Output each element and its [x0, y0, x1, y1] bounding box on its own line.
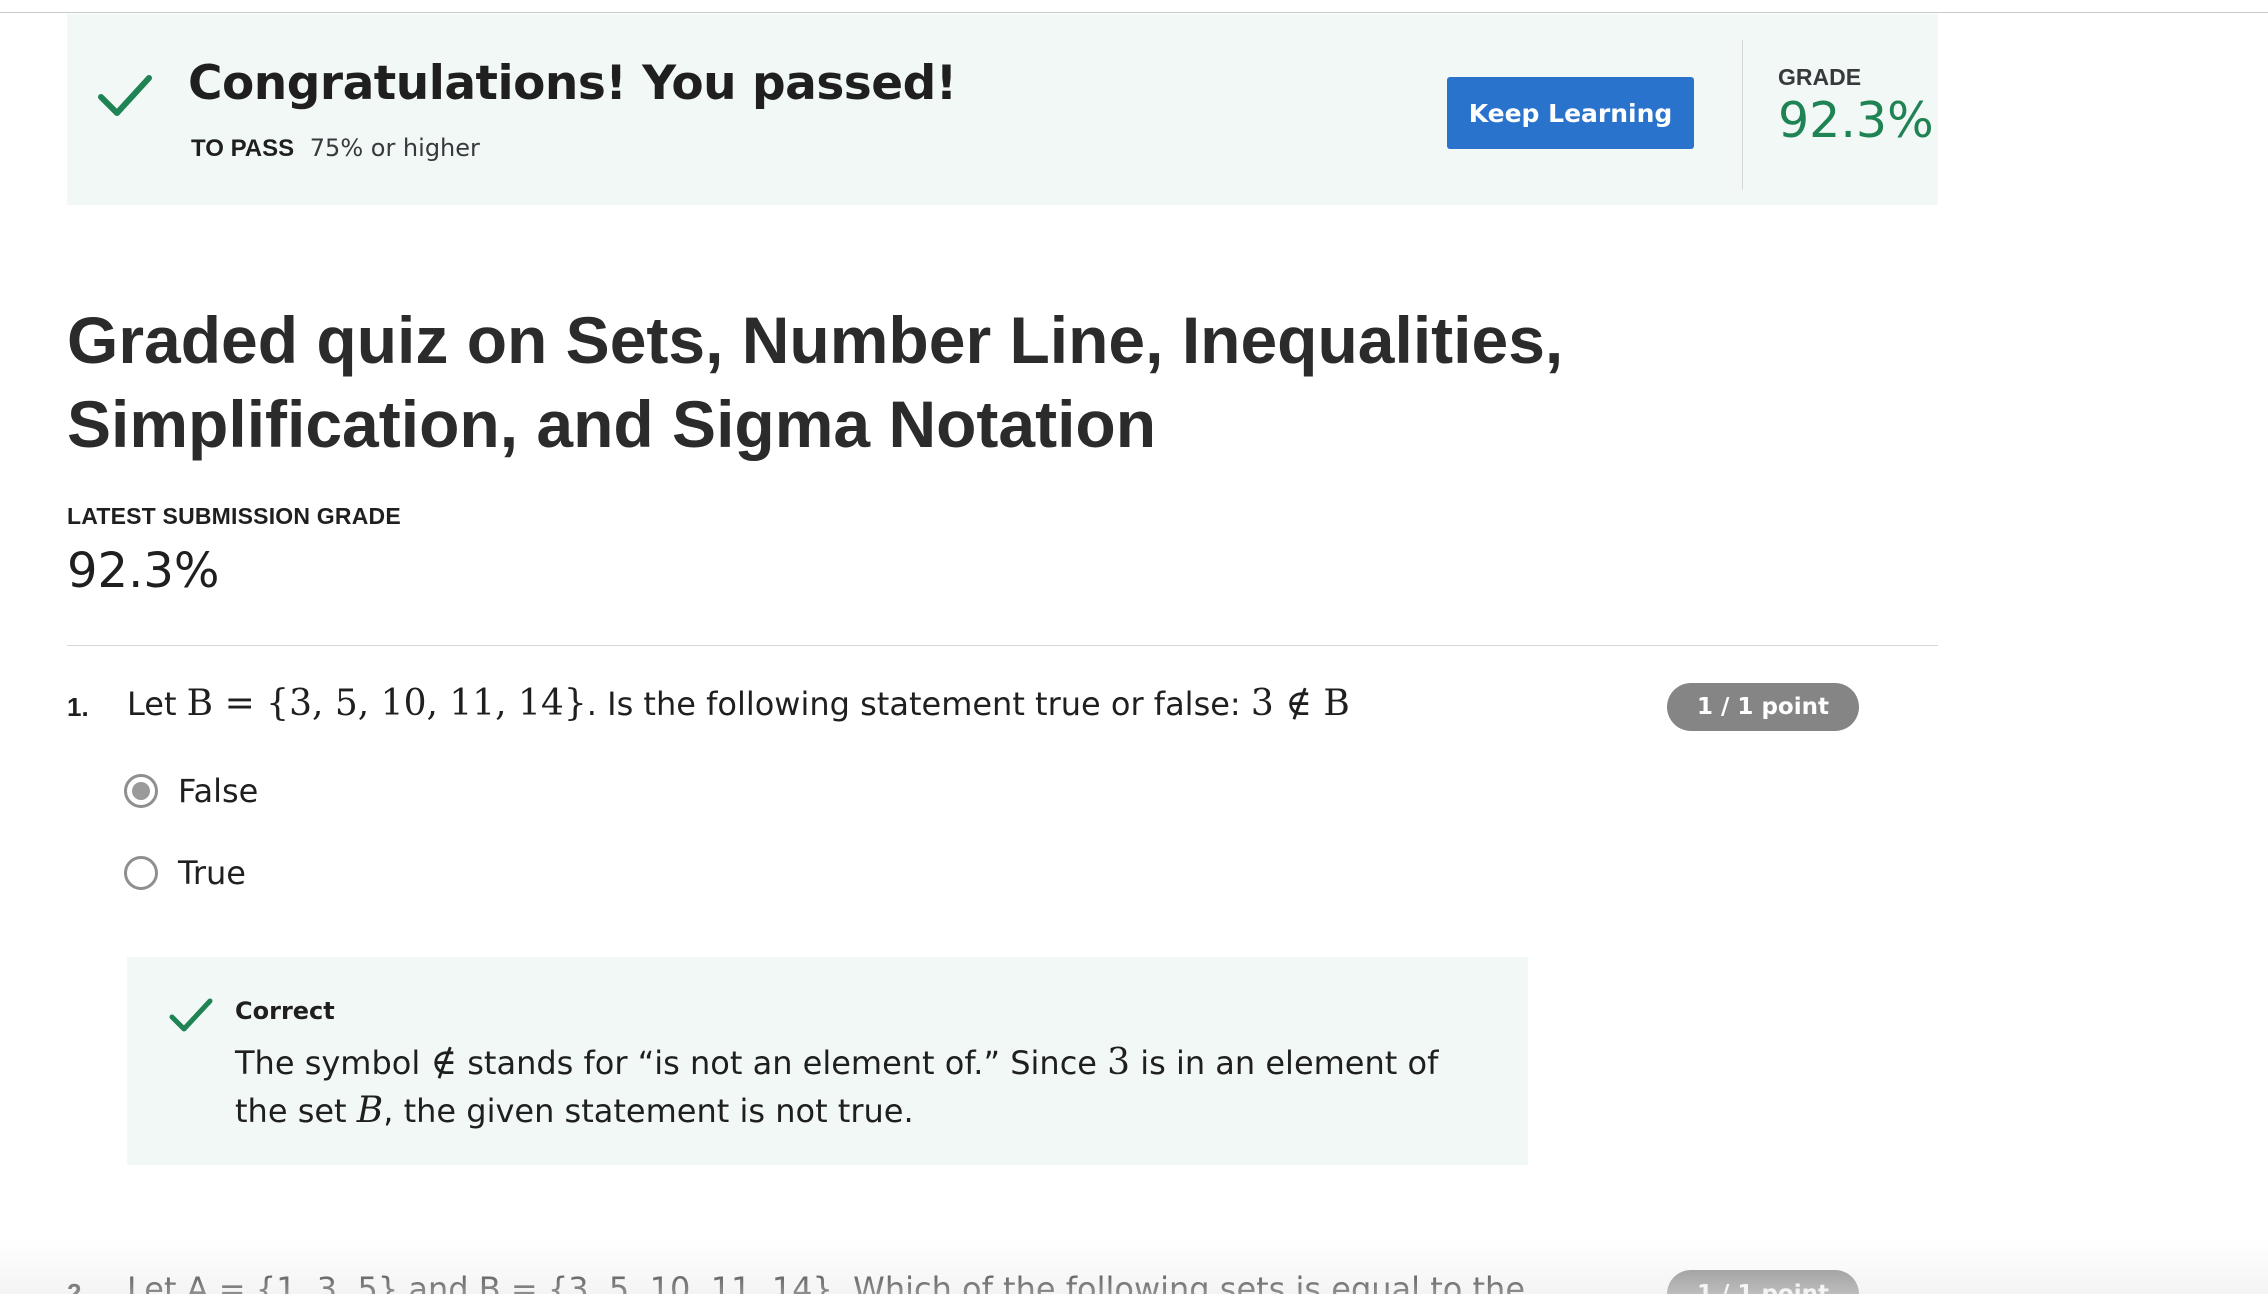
radio-unselected-icon[interactable] [124, 856, 158, 890]
radio-selected-icon[interactable] [124, 774, 158, 808]
keep-learning-button[interactable]: Keep Learning [1447, 77, 1694, 149]
question-middle-text: . Is the following statement true or fal… [586, 685, 1241, 723]
feedback-text-part: , the given statement is not true. [383, 1092, 914, 1130]
feedback-set-name: B [356, 1090, 384, 1131]
feedback-number: 3 [1107, 1042, 1131, 1083]
question-number: 1. [67, 692, 89, 722]
points-badge: 1 / 1 point [1667, 683, 1859, 731]
feedback-text-part: The symbol [235, 1044, 421, 1082]
checkmark-icon [169, 998, 213, 1032]
points-badge: 1 / 1 point [1667, 1270, 1859, 1294]
next-question: 2. Let A = {1, 3, 5} and B = {3, 5, 10, … [0, 1250, 2268, 1294]
option-true[interactable]: True [124, 854, 246, 892]
feedback-title: Correct [235, 997, 335, 1025]
page-title: Graded quiz on Sets, Number Line, Inequa… [67, 303, 1564, 461]
to-pass-info: TO PASS 75% or higher [191, 134, 480, 163]
grade-value: 92.3% [1778, 92, 1934, 149]
option-label: False [178, 772, 259, 810]
to-pass-label: TO PASS [191, 135, 295, 162]
grade-label: GRADE [1778, 64, 1862, 90]
latest-submission-grade: 92.3% [67, 543, 220, 599]
latest-submission-label: LATEST SUBMISSION GRADE [67, 503, 401, 529]
pass-banner: Congratulations! You passed! TO PASS 75%… [67, 14, 1938, 205]
to-pass-value: 75% or higher [309, 134, 480, 162]
feedback-text: The symbol ∉ stands for “is not an eleme… [235, 1039, 1495, 1135]
section-divider [67, 645, 1938, 646]
feedback-box: Correct The symbol ∉ stands for “is not … [127, 957, 1528, 1165]
banner-divider [1742, 40, 1743, 190]
feedback-text-part: stands for “is not an element of.” Since [467, 1044, 1097, 1082]
question-prefix: Let [127, 685, 177, 723]
question-text: Let A = {1, 3, 5} and B = {3, 5, 10, 11,… [127, 1270, 1526, 1294]
checkmark-icon [98, 75, 152, 116]
question-number: 2. [67, 1278, 89, 1294]
option-label: True [178, 854, 246, 892]
question-set-expression: B = {3, 5, 10, 11, 14} [186, 683, 587, 724]
option-false[interactable]: False [124, 772, 258, 810]
feedback-symbol: ∉ [430, 1042, 458, 1083]
pass-title: Congratulations! You passed! [188, 56, 957, 111]
question-statement: 3 ∉ B [1250, 683, 1350, 724]
top-divider [0, 12, 2268, 13]
question-text: Let B = {3, 5, 10, 11, 14}. Is the follo… [127, 683, 1350, 724]
